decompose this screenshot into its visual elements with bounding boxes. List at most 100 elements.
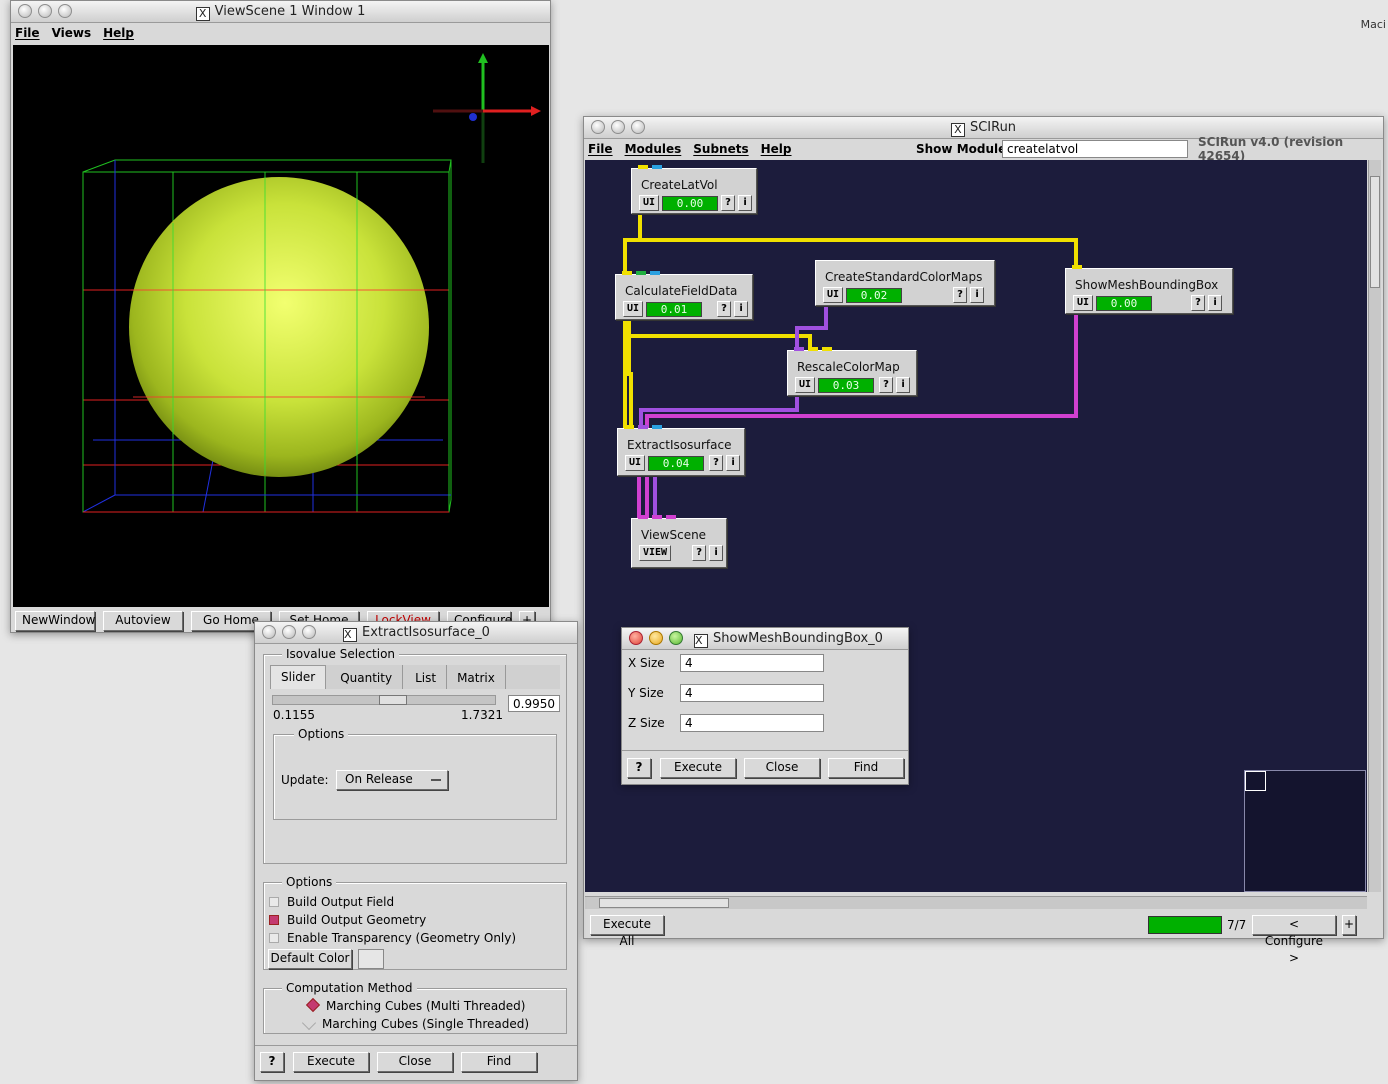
execute-button[interactable]: Execute — [660, 758, 736, 778]
computation-group: Computation Method Marching Cubes (Multi… — [263, 981, 567, 1034]
module-info-button[interactable]: i — [734, 301, 749, 317]
menu-subnets[interactable]: Subnets — [693, 142, 748, 156]
zoom-window-button[interactable] — [669, 631, 683, 645]
module-info-button[interactable]: i — [970, 287, 985, 303]
execute-button[interactable]: Execute — [293, 1052, 369, 1072]
y-size-input[interactable]: 4 — [680, 684, 824, 702]
menu-file[interactable]: File — [15, 26, 40, 40]
module-info-button[interactable]: i — [896, 377, 911, 393]
radio-multi-threaded[interactable]: Marching Cubes (Multi Threaded) — [305, 997, 525, 1013]
iso-dialog-titlebar[interactable]: X ExtractIsosurface_0 — [255, 622, 577, 644]
module-view-button[interactable]: VIEW — [639, 545, 672, 561]
minimize-window-button[interactable] — [38, 4, 52, 18]
close-window-button[interactable] — [262, 625, 276, 639]
help-button[interactable]: ? — [260, 1052, 284, 1072]
checkbox[interactable] — [269, 897, 279, 907]
update-label: Update: — [281, 773, 329, 787]
radio-selected-icon[interactable] — [305, 997, 321, 1013]
checkbox[interactable] — [269, 915, 279, 925]
default-color-button[interactable]: Default Color — [268, 949, 352, 969]
module-calculatefielddata[interactable]: CalculateFieldData UI 0.01 ? i — [615, 271, 753, 320]
module-help-button[interactable]: ? — [879, 377, 894, 393]
close-window-button[interactable] — [18, 4, 32, 18]
module-viewscene[interactable]: ViewScene VIEW ? i — [631, 515, 727, 568]
window-title: SCIRun — [969, 120, 1017, 135]
menu-modules[interactable]: Modules — [625, 142, 682, 156]
check-build-field[interactable]: Build Output Field — [269, 895, 394, 909]
radio-single-threaded[interactable]: Marching Cubes (Single Threaded) — [301, 1015, 529, 1031]
find-button[interactable]: Find — [461, 1052, 537, 1072]
module-help-button[interactable]: ? — [1191, 295, 1206, 311]
minimap-viewport[interactable] — [1245, 771, 1266, 791]
network-progress-bar — [1148, 916, 1222, 934]
module-info-button[interactable]: i — [1208, 295, 1223, 311]
menu-help[interactable]: Help — [103, 26, 134, 40]
network-minimap[interactable] — [1244, 770, 1366, 892]
module-info-button[interactable]: i — [726, 455, 741, 471]
execute-all-button[interactable]: Execute All — [590, 915, 664, 948]
tab-list[interactable]: List — [403, 665, 448, 689]
zoom-window-button[interactable] — [58, 4, 72, 18]
menu-file[interactable]: File — [588, 142, 613, 156]
module-rescalecolormap[interactable]: RescaleColorMap UI 0.03 ? i — [787, 347, 917, 396]
update-dropdown[interactable]: On Release — [336, 770, 448, 790]
zoom-window-button[interactable] — [631, 120, 645, 134]
checkbox[interactable] — [269, 933, 279, 943]
module-info-button[interactable]: i — [738, 195, 753, 211]
x11-icon: X — [343, 628, 357, 642]
module-ui-button[interactable]: UI — [623, 301, 644, 317]
check-build-geometry[interactable]: Build Output Geometry — [269, 913, 426, 927]
horizontal-scrollbar[interactable] — [585, 896, 1367, 909]
module-showmeshboundingbox[interactable]: ShowMeshBoundingBox UI 0.00 ? i — [1065, 265, 1233, 314]
module-ui-button[interactable]: UI — [639, 195, 660, 211]
vertical-scrollbar[interactable] — [1368, 160, 1381, 892]
module-help-button[interactable]: ? — [953, 287, 968, 303]
module-createlatvol[interactable]: CreateLatVol UI 0.00 ? i — [631, 165, 757, 214]
mesh-dialog-titlebar[interactable]: X ShowMeshBoundingBox_0 — [622, 628, 908, 650]
scirun-plus-button[interactable]: + — [1342, 915, 1356, 935]
isovalue-input[interactable]: 0.9950 — [508, 695, 560, 712]
autoview-button[interactable]: Autoview — [103, 611, 183, 631]
menu-help[interactable]: Help — [761, 142, 792, 156]
isovalue-slider[interactable] — [272, 695, 496, 705]
viewscene-titlebar[interactable]: X ViewScene 1 Window 1 — [11, 1, 550, 23]
zoom-window-button[interactable] — [302, 625, 316, 639]
new-window-button[interactable]: NewWindow — [15, 611, 96, 631]
tab-quantity[interactable]: Quantity — [326, 665, 404, 689]
3d-viewport[interactable] — [13, 45, 549, 607]
close-button[interactable]: Close — [377, 1052, 453, 1072]
configure-button[interactable]: < Configure > — [1252, 915, 1336, 965]
minimize-window-button[interactable] — [649, 631, 663, 645]
close-button[interactable]: Close — [744, 758, 820, 778]
window-title: ViewScene 1 Window 1 — [214, 4, 366, 19]
menu-views[interactable]: Views — [52, 26, 92, 40]
module-info-button[interactable]: i — [709, 545, 724, 561]
module-help-button[interactable]: ? — [717, 301, 732, 317]
module-ui-button[interactable]: UI — [823, 287, 844, 303]
close-window-button[interactable] — [629, 631, 643, 645]
viewscene-window: X ViewScene 1 Window 1 File Views Help N… — [10, 0, 551, 633]
module-extractisosurface[interactable]: ExtractIsosurface UI 0.04 ? i — [617, 425, 745, 476]
module-ui-button[interactable]: UI — [1073, 295, 1094, 311]
minimize-window-button[interactable] — [611, 120, 625, 134]
find-button[interactable]: Find — [828, 758, 904, 778]
module-createstandardcolormaps[interactable]: CreateStandardColorMaps UI 0.02 ? i — [815, 260, 995, 306]
module-ui-button[interactable]: UI — [795, 377, 816, 393]
tab-matrix[interactable]: Matrix — [447, 665, 506, 689]
slider-thumb[interactable] — [379, 695, 407, 705]
color-swatch[interactable] — [358, 949, 384, 969]
minimize-window-button[interactable] — [282, 625, 296, 639]
tab-slider[interactable]: Slider — [270, 665, 327, 689]
window-title: ShowMeshBoundingBox_0 — [713, 631, 883, 646]
module-help-button[interactable]: ? — [692, 545, 707, 561]
close-window-button[interactable] — [591, 120, 605, 134]
z-size-input[interactable]: 4 — [680, 714, 824, 732]
show-module-input[interactable]: createlatvol — [1002, 140, 1188, 158]
x-size-input[interactable]: 4 — [680, 654, 824, 672]
module-help-button[interactable]: ? — [721, 195, 736, 211]
module-help-button[interactable]: ? — [709, 455, 724, 471]
module-ui-button[interactable]: UI — [625, 455, 646, 471]
check-transparency[interactable]: Enable Transparency (Geometry Only) — [269, 931, 516, 945]
help-button[interactable]: ? — [627, 758, 651, 778]
radio-unselected-icon[interactable] — [301, 1015, 317, 1031]
